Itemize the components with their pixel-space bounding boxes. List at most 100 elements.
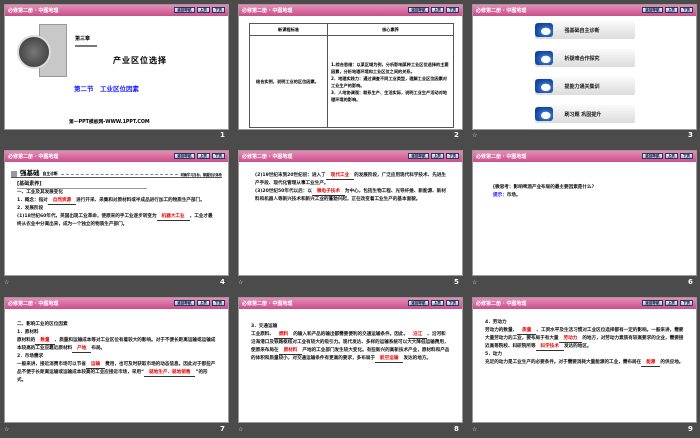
heading: 1．原材料 <box>17 330 39 335</box>
slide-number: 5 <box>454 278 459 286</box>
logo-icon <box>534 107 553 121</box>
animation-icon: ☆ <box>472 132 478 139</box>
prev-page-button[interactable]: 上页 <box>664 153 678 159</box>
answer-blank: 质量 <box>517 328 537 335</box>
slide-thumbnail-8[interactable]: 必修第二册 · 中图地理 返回导航 上页 下页 3．交通运输 工业原料、 燃料 的输… <box>238 297 463 423</box>
section-title: 第二节 工业区位因素 <box>74 85 139 93</box>
next-page-button[interactable]: 下页 <box>445 153 459 159</box>
back-nav-button[interactable]: 返回导航 <box>408 7 429 13</box>
back-nav-button[interactable]: 返回导航 <box>174 7 195 13</box>
header-title: 必修第二册 · 中图地理 <box>476 8 527 14</box>
prev-page-button[interactable]: 上页 <box>664 7 678 13</box>
menu-button[interactable]: 析疑难合作探究 <box>534 49 635 67</box>
next-page-button[interactable]: 下页 <box>445 7 459 13</box>
back-nav-button[interactable]: 返回导航 <box>408 300 429 306</box>
header-title: 必修第二册 · 中图地理 <box>8 301 59 307</box>
menu-button[interactable]: 刷习题 巩固提升 <box>534 105 635 123</box>
slide-thumbnail-4[interactable]: 必修第二册 · 中图地理 返回导航 上页 下页 强基础 自主诊断 明确学习目标，… <box>4 150 229 276</box>
slide-header: 必修第二册 · 中图地理 返回导航 上页 下页 <box>473 298 696 309</box>
back-nav-button[interactable]: 返回导航 <box>174 153 195 159</box>
slide-number: 2 <box>454 131 459 139</box>
slide-nav: 返回导航 上页 下页 <box>642 7 693 13</box>
slide-nav: 返回导航 上页 下页 <box>174 300 225 306</box>
answer-blank: 科学技术 <box>535 344 564 351</box>
prev-page-button[interactable]: 上页 <box>196 153 210 159</box>
prev-page-button[interactable]: 上页 <box>430 7 444 13</box>
divider <box>75 45 97 47</box>
hint-text: 市场。 <box>506 193 521 198</box>
banner-subtitle: 自主诊断 <box>42 171 58 176</box>
slide-thumbnail-1[interactable]: 必修第二册 · 中图地理 返回导航 上页 下页 第三章 产业区位选择 第二节 工… <box>4 4 229 130</box>
back-nav-button[interactable]: 返回导航 <box>642 7 663 13</box>
answer-blank: 现代工业 <box>325 173 355 180</box>
animation-icon: ☆ <box>472 426 478 433</box>
answer-blank: 产地 <box>72 346 92 353</box>
menu-button[interactable]: 强基础自主诊断 <box>534 21 635 39</box>
table-cell: 2．地理实践力：通过调查不同工业类型，理解工业区位因素对工业生产的影响。 <box>331 75 447 88</box>
animation-icon: ☆ <box>238 279 244 286</box>
slide-nav: 返回导航 上页 下页 <box>174 153 225 159</box>
animation-icon: ☆ <box>4 426 10 433</box>
slide-header: 必修第二册 · 中图地理 返回导航 上页 下页 <box>239 151 462 162</box>
slide-nav: 返回导航 上页 下页 <box>408 300 459 306</box>
prev-page-button[interactable]: 上页 <box>430 153 444 159</box>
answer-blank: 能源 <box>641 360 661 367</box>
answer-blank: 沿江 <box>408 332 428 339</box>
prev-page-button[interactable]: 上页 <box>196 7 210 13</box>
prev-page-button[interactable]: 上页 <box>196 300 210 306</box>
slide-thumbnail-2[interactable]: 必修第二册 · 中图地理 返回导航 上页 下页 新课程标准 核心素养 结合实例，说… <box>238 4 463 130</box>
header-title: 必修第二册 · 中图地理 <box>242 301 293 307</box>
back-nav-button[interactable]: 返回导航 <box>642 300 663 306</box>
slide-number: 9 <box>688 425 693 433</box>
box-label: [基础素养] <box>17 180 147 189</box>
next-page-button[interactable]: 下页 <box>211 7 225 13</box>
header-title: 必修第二册 · 中图地理 <box>476 154 527 160</box>
heading: 2．市场需求 <box>17 354 44 359</box>
slide-number: 1 <box>220 131 225 139</box>
slide-number: 6 <box>688 278 693 286</box>
chapter-label: 第三章 <box>75 36 91 42</box>
back-nav-button[interactable]: 返回导航 <box>642 153 663 159</box>
prev-page-button[interactable]: 上页 <box>664 300 678 306</box>
answer-blank: 就地生产、就地销售 <box>144 370 196 377</box>
next-page-button[interactable]: 下页 <box>211 300 225 306</box>
slide-header: 必修第二册 · 中图地理 返回导航 上页 下页 <box>239 5 462 16</box>
slide-thumbnail-3[interactable]: 必修第二册 · 中图地理 返回导航 上页 下页 强基础自主诊断 析疑难合作探究 … <box>472 4 697 130</box>
table-header: 新课程标准 <box>249 23 328 36</box>
photo-circle-image <box>17 35 51 69</box>
header-title: 必修第二册 · 中图地理 <box>476 301 527 307</box>
next-page-button[interactable]: 下页 <box>211 153 225 159</box>
slide-number: 4 <box>220 278 225 286</box>
heading: 5．动力 <box>485 352 502 357</box>
answer-blank: 航空运输 <box>375 356 404 363</box>
answer-blank: 微电子技术 <box>311 189 345 196</box>
question-text: [微思考：影响啤酒产业布局的最主要因素是什么？ <box>493 185 597 190</box>
next-page-button[interactable]: 下页 <box>679 300 693 306</box>
slide-thumbnail-6[interactable]: 必修第二册 · 中图地理 返回导航 上页 下页 [微思考：影响啤酒产业布局的最主… <box>472 150 697 276</box>
prev-page-button[interactable]: 上页 <box>430 300 444 306</box>
slide-thumbnail-7[interactable]: 必修第二册 · 中图地理 返回导航 上页 下页 二、影响工业的区位因素 1．原材… <box>4 297 229 423</box>
heading: 3．交通运输 <box>251 324 278 329</box>
table-cell: 结合实例，说明工业的区位因素。 <box>249 35 328 128</box>
slide-thumbnail-9[interactable]: 必修第二册 · 中图地理 返回导航 上页 下页 4．劳动力 劳动力的数量、 质量、… <box>472 297 697 423</box>
slide-number: 8 <box>454 425 459 433</box>
slide-number: 7 <box>220 425 225 433</box>
animation-icon: ☆ <box>238 426 244 433</box>
next-page-button[interactable]: 下页 <box>679 153 693 159</box>
banner-note: 明确学习目标，掌握知识体系 <box>180 173 222 177</box>
table-cell: 3．人地协调观：联系生产、生活实际，说明工业生产活动对地理环境的影响。 <box>331 89 447 102</box>
animation-icon: ☆ <box>4 279 10 286</box>
slide-number: 3 <box>688 131 693 139</box>
menu-button[interactable]: 提能力通关集训 <box>534 77 635 95</box>
back-nav-button[interactable]: 返回导航 <box>408 153 429 159</box>
slide-header: 必修第二册 · 中图地理 返回导航 上页 下页 <box>5 5 228 16</box>
answer-blank: 运输 <box>85 362 106 369</box>
next-page-button[interactable]: 下页 <box>679 7 693 13</box>
back-nav-button[interactable]: 返回导航 <box>174 300 195 306</box>
table-header: 核心素养 <box>327 23 454 36</box>
answer-blank: 机器大工业 <box>156 214 190 221</box>
slide-thumbnail-5[interactable]: 必修第二册 · 中图地理 返回导航 上页 下页 (2)19世纪末到20世纪初：进… <box>238 150 463 276</box>
next-page-button[interactable]: 下页 <box>445 300 459 306</box>
slide-header: 必修第二册 · 中图地理 返回导航 上页 下页 <box>473 5 696 16</box>
table-cell: 1.综合思维：以某区域为例，分析影响某种工业区位选择的主要因素，分析地理环境和工… <box>331 61 449 74</box>
